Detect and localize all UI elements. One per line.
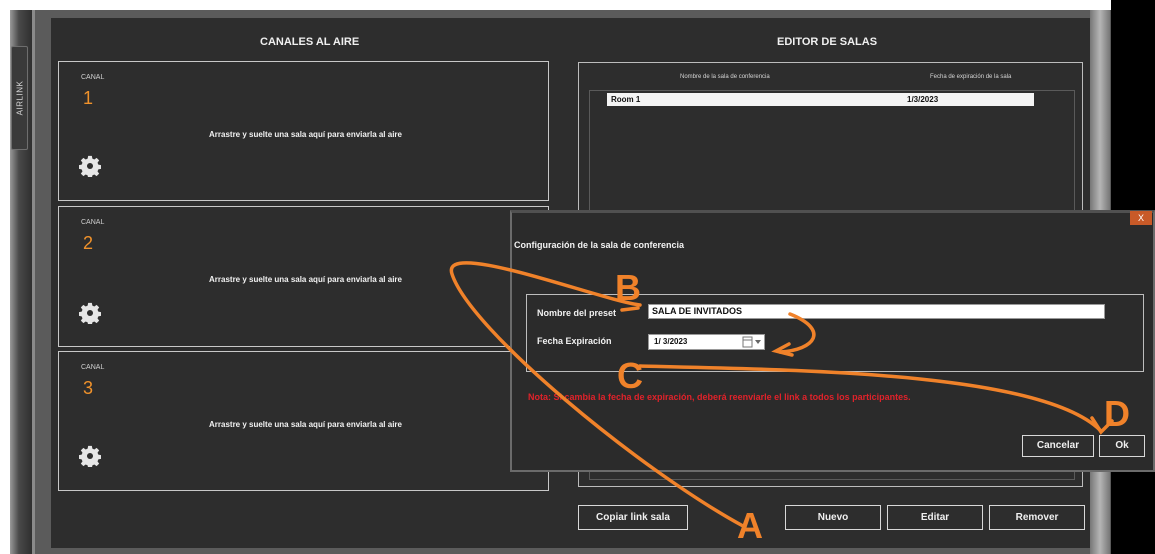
copy-link-button[interactable]: Copiar link sala — [578, 505, 688, 530]
sidebar-tab-airlink[interactable]: AIRLINK — [11, 46, 28, 150]
new-button[interactable]: Nuevo — [785, 505, 881, 530]
canales-title: CANALES AL AIRE — [260, 36, 360, 48]
dialog-title: Configuración de la sala de conferencia — [514, 240, 685, 250]
canal-slot-1[interactable]: CANAL 1 Arrastre y suelte una sala aquí … — [58, 61, 549, 201]
close-icon[interactable]: X — [1130, 211, 1152, 225]
remove-button[interactable]: Remover — [989, 505, 1085, 530]
canal-label: CANAL — [81, 74, 105, 81]
canal-drop-message: Arrastre y suelte una sala aquí para env… — [209, 130, 402, 139]
canal-slot-3[interactable]: CANAL 3 Arrastre y suelte una sala aquí … — [58, 351, 549, 491]
gear-icon[interactable] — [79, 302, 101, 324]
canal-number: 3 — [83, 378, 94, 398]
table-row[interactable]: Room 1 1/3/2023 — [607, 93, 1034, 106]
room-expiry-cell: 1/3/2023 — [907, 95, 939, 104]
preset-name-label: Nombre del preset — [537, 308, 617, 318]
cancel-button[interactable]: Cancelar — [1022, 435, 1094, 457]
ok-button[interactable]: Ok — [1099, 435, 1145, 457]
annotation-label-a: A — [737, 505, 763, 546]
calendar-dropdown-icon[interactable] — [742, 336, 762, 348]
canal-drop-message: Arrastre y suelte una sala aquí para env… — [209, 275, 402, 284]
expiry-date-label: Fecha Expiración — [537, 336, 612, 346]
canal-label: CANAL — [81, 364, 105, 371]
room-name-cell: Room 1 — [611, 95, 641, 104]
column-header-expiry: Fecha de expiración de la sala — [930, 74, 1012, 80]
canal-number: 2 — [83, 233, 94, 253]
column-header-name: Nombre de la sala de conferencia — [680, 74, 770, 80]
left-margin — [0, 0, 10, 554]
annotation-label-b: B — [615, 267, 641, 308]
preset-name-input[interactable]: SALA DE INVITADOS — [648, 304, 1105, 319]
gear-icon[interactable] — [79, 155, 101, 177]
gear-icon[interactable] — [79, 445, 101, 467]
edit-button[interactable]: Editar — [887, 505, 983, 530]
canal-slot-2[interactable]: CANAL 2 Arrastre y suelte una sala aquí … — [58, 206, 549, 347]
canal-label: CANAL — [81, 219, 105, 226]
editor-title: EDITOR DE SALAS — [777, 36, 878, 48]
warning-note: Nota: Si cambia la fecha de expiración, … — [528, 392, 911, 402]
annotation-label-d: D — [1104, 393, 1130, 434]
canal-drop-message: Arrastre y suelte una sala aquí para env… — [209, 420, 402, 429]
annotation-label-c: C — [617, 355, 643, 396]
canal-number: 1 — [83, 88, 94, 108]
sidebar-tab-label: AIRLINK — [15, 80, 24, 116]
